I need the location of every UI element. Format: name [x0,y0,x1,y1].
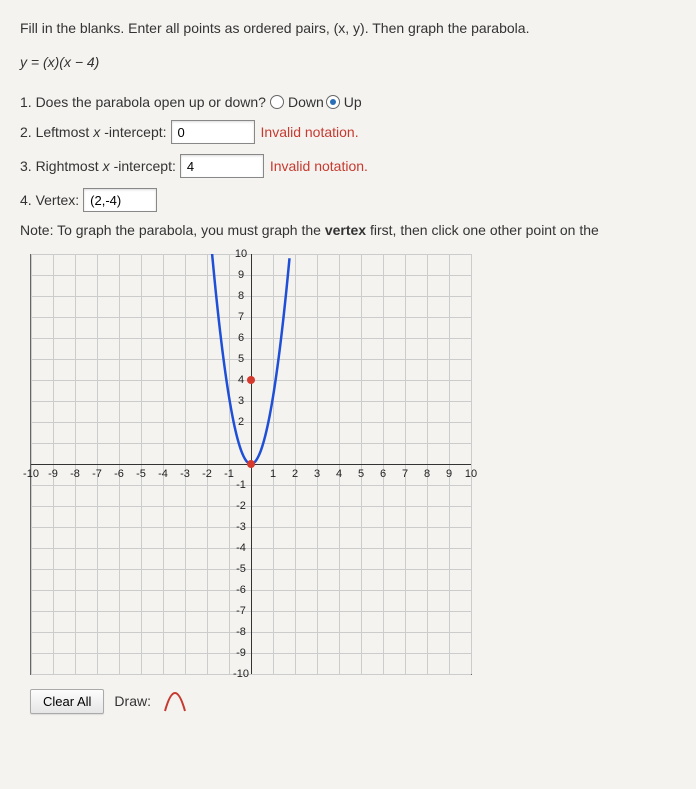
x-tick-label: 7 [402,468,408,480]
x-tick-label: 6 [380,468,386,480]
radio-down[interactable] [270,95,284,109]
rightmost-intercept-input[interactable] [180,154,264,178]
x-tick-label: -2 [202,468,212,480]
x-tick-label: -6 [114,468,124,480]
question-4: 4. Vertex: [20,188,676,212]
radio-up-label: Up [344,94,362,110]
vertex-input[interactable] [83,188,157,212]
q2-prefix: 2. Leftmost [20,124,89,140]
y-tick-label: -7 [236,605,246,617]
y-tick-label: -10 [233,668,249,680]
y-tick-label: -6 [236,584,246,596]
y-tick-label: -2 [236,500,246,512]
q1-prefix: 1. Does the parabola open up or down? [20,94,266,110]
y-tick-label: 8 [238,290,244,302]
y-tick-label: -3 [236,521,246,533]
y-tick-label: 2 [238,416,244,428]
q3-var: x [103,158,110,174]
note-text: Note: To graph the parabola, you must gr… [20,222,676,238]
x-tick-label: -9 [48,468,58,480]
x-tick-label: 9 [446,468,452,480]
x-tick-label: -10 [23,468,39,480]
y-tick-label: -8 [236,626,246,638]
q4-prefix: 4. Vertex: [20,192,79,208]
y-tick-label: -1 [236,479,246,491]
radio-down-label: Down [288,94,324,110]
x-tick-label: 2 [292,468,298,480]
x-tick-label: 10 [465,468,477,480]
x-tick-label: 8 [424,468,430,480]
draw-label: Draw: [114,693,151,709]
q3-prefix: 3. Rightmost [20,158,99,174]
y-tick-label: -5 [236,563,246,575]
x-tick-label: -3 [180,468,190,480]
q2-suffix: -intercept: [104,124,166,140]
x-tick-label: 1 [270,468,276,480]
x-tick-label: -7 [92,468,102,480]
clear-all-button[interactable]: Clear All [30,689,104,714]
y-tick-label: -4 [236,542,246,554]
leftmost-intercept-input[interactable] [171,120,255,144]
q2-error: Invalid notation. [261,124,359,140]
radio-up[interactable] [326,95,340,109]
graph-area[interactable]: -10-9-8-7-6-5-4-3-2-112345678910-10-9-8-… [30,254,472,675]
y-tick-label: 6 [238,332,244,344]
question-1: 1. Does the parabola open up or down? Do… [20,94,676,110]
radio-group-direction: Down Up [270,94,362,110]
x-tick-label: 3 [314,468,320,480]
y-tick-label: 10 [235,248,247,260]
y-tick-label: 9 [238,269,244,281]
y-tick-label: 7 [238,311,244,323]
x-tick-label: -8 [70,468,80,480]
y-tick-label: 4 [238,374,244,386]
parabola-tool-icon[interactable] [161,687,189,715]
q3-error: Invalid notation. [270,158,368,174]
y-tick-label: -9 [236,647,246,659]
y-tick-label: 3 [238,395,244,407]
x-tick-label: -4 [158,468,168,480]
equation-text: y = (x)(x − 4) [20,54,676,70]
q3-suffix: -intercept: [114,158,176,174]
instruction-text: Fill in the blanks. Enter all points as … [20,20,676,36]
x-tick-label: -1 [224,468,234,480]
y-tick-label: 5 [238,353,244,365]
x-tick-label: -5 [136,468,146,480]
q2-var: x [93,124,100,140]
x-tick-label: 4 [336,468,342,480]
question-3: 3. Rightmost x-intercept: Invalid notati… [20,154,676,178]
x-tick-label: 5 [358,468,364,480]
graph-toolbar: Clear All Draw: [30,687,676,715]
question-2: 2. Leftmost x-intercept: Invalid notatio… [20,120,676,144]
